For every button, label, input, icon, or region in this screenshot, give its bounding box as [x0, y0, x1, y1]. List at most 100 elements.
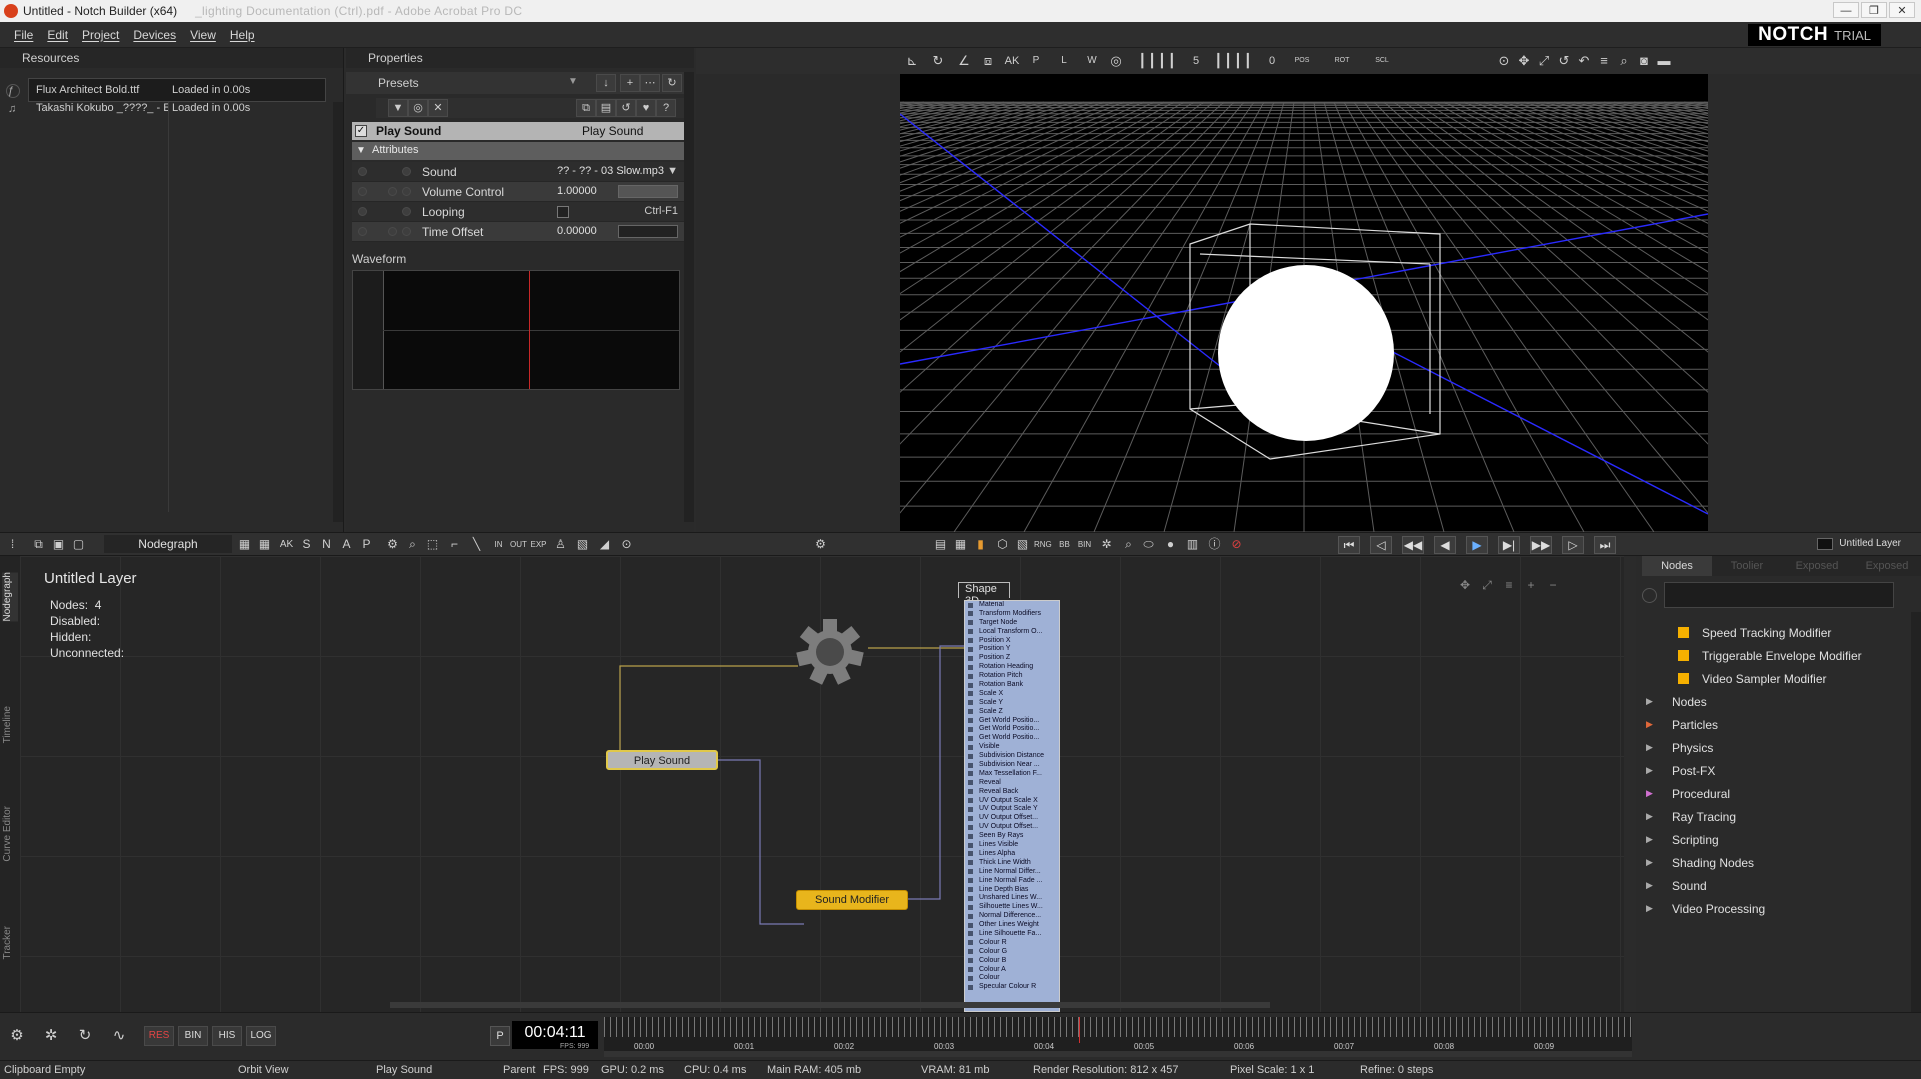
keyframe-dot-icon[interactable]	[402, 167, 411, 176]
library-leaf-item[interactable]: Video Sampler Modifier	[1678, 672, 1827, 686]
play-icon[interactable]: ▶	[1466, 536, 1488, 554]
menu-help[interactable]: Help	[230, 28, 255, 42]
more-icon[interactable]: ⋯	[640, 74, 660, 92]
library-category-video-processing[interactable]: ▶ Video Processing	[1646, 902, 1765, 916]
menu-file[interactable]: File	[14, 28, 33, 42]
shape-parameter[interactable]: UV Output Scale X	[965, 797, 1059, 806]
rotate-icon[interactable]: ↻	[928, 52, 948, 70]
w-button[interactable]: W	[1082, 52, 1102, 70]
shape-parameter[interactable]: Line Depth Bias	[965, 886, 1059, 895]
tab-exposed[interactable]: Exposed	[1782, 556, 1852, 576]
p-button[interactable]: P	[490, 1026, 510, 1046]
expose-dot-icon[interactable]	[358, 227, 367, 236]
sphere-icon[interactable]: ●	[1162, 536, 1179, 553]
library-category-physics[interactable]: ▶ Physics	[1646, 741, 1713, 755]
shape-parameter[interactable]: UV Output Offset...	[965, 814, 1059, 823]
shape-parameter[interactable]: Rotation Heading	[965, 663, 1059, 672]
gear-icon[interactable]: ⚙	[6, 1025, 28, 1047]
nodegraph-horizontal-scrollbar[interactable]	[390, 1002, 1270, 1008]
log-button[interactable]: LOG	[246, 1026, 276, 1046]
snap-zero-button[interactable]: 0	[1262, 52, 1282, 70]
shape-parameter[interactable]: Visible	[965, 743, 1059, 752]
shape-parameter[interactable]: Transform Modifiers	[965, 610, 1059, 619]
panel-grip-icon[interactable]: ⁞	[4, 536, 21, 553]
volume-slider[interactable]	[618, 185, 678, 198]
library-category-particles[interactable]: ▶ Particles	[1646, 718, 1718, 732]
expose-dot-icon[interactable]	[358, 167, 367, 176]
snap-five-button[interactable]: 5	[1186, 52, 1206, 70]
line-icon[interactable]: ╲	[468, 536, 485, 553]
hatch-icon[interactable]: ▧	[574, 536, 591, 553]
minimize-button[interactable]: —	[1833, 2, 1859, 18]
shape-parameter[interactable]: Scale X	[965, 690, 1059, 699]
resource-row[interactable]: ƒ Flux Architect Bold.ttf Loaded in 0.00…	[0, 82, 330, 100]
library-category-shading-nodes[interactable]: ▶ Shading Nodes	[1646, 856, 1754, 870]
prev-key-icon[interactable]: ◁	[1370, 536, 1392, 554]
timeline-playhead[interactable]	[1079, 1017, 1080, 1043]
properties-scrollbar[interactable]	[684, 72, 694, 522]
favourite-icon[interactable]: ♥	[636, 99, 656, 117]
shape-parameter[interactable]: Scale Y	[965, 699, 1059, 708]
tab-timeline[interactable]: Timeline	[2, 706, 18, 743]
bin-button[interactable]: BIN	[178, 1026, 208, 1046]
fit-icon[interactable]: ⤢	[1534, 52, 1554, 70]
shape-parameter[interactable]: Max Tessellation F...	[965, 770, 1059, 779]
shape-parameter[interactable]: Colour R	[965, 939, 1059, 948]
snap-ticks-icon[interactable]: ┃┃┃┃	[1204, 52, 1264, 70]
shape-parameter[interactable]: Target Node	[965, 619, 1059, 628]
shape-parameter[interactable]: Other Lines Weight	[965, 921, 1059, 930]
bb-icon[interactable]: BB	[1056, 536, 1073, 553]
library-category-procedural[interactable]: ▶ Procedural	[1646, 787, 1730, 801]
shape-parameter[interactable]: Colour	[965, 974, 1059, 983]
audio-waveform-icon[interactable]: ∿	[108, 1025, 130, 1047]
shape-parameter[interactable]: Reveal Back	[965, 788, 1059, 797]
menu-devices[interactable]: Devices	[133, 28, 176, 42]
close-button[interactable]: ✕	[1889, 2, 1915, 18]
tool-icon[interactable]: ◢	[596, 536, 613, 553]
nodegraph-canvas[interactable]: Untitled Layer Nodes: 4 Disabled: Hidden…	[20, 556, 1624, 1012]
shape-parameter[interactable]: Get World Positio...	[965, 717, 1059, 726]
bin-icon[interactable]: BIN	[1076, 536, 1093, 553]
tab-curve-editor[interactable]: Curve Editor	[2, 806, 18, 862]
position-lock-button[interactable]: POS	[1284, 52, 1320, 70]
shape-parameter[interactable]: Local Transform O...	[965, 628, 1059, 637]
step-back-icon[interactable]: ◀	[1434, 536, 1456, 554]
in-icon[interactable]: IN	[490, 536, 507, 553]
shape-parameter[interactable]: Line Silhouette Fa...	[965, 930, 1059, 939]
shape-parameter[interactable]: Silhouette Lines W...	[965, 903, 1059, 912]
shape-parameter[interactable]: Scale Z	[965, 708, 1059, 717]
person-icon[interactable]: ♙	[552, 536, 569, 553]
keyframe-dot-icon[interactable]	[402, 207, 411, 216]
node-shape-3d-title[interactable]: Shape 3D	[958, 582, 1010, 607]
s-button[interactable]: S	[298, 536, 315, 553]
shape-parameter[interactable]: Get World Positio...	[965, 734, 1059, 743]
grid-icon-2[interactable]: ▦	[256, 536, 273, 553]
volume-value[interactable]: 1.00000	[557, 185, 597, 197]
refresh-icon[interactable]: ↻	[74, 1025, 96, 1047]
library-leaf-item[interactable]: Speed Tracking Modifier	[1678, 626, 1831, 640]
resources-scrollbar[interactable]	[333, 102, 343, 522]
camera-icon[interactable]: ◙	[1634, 52, 1654, 70]
chevron-down-icon[interactable]: ▼	[667, 165, 678, 177]
library-category-sound[interactable]: ▶ Sound	[1646, 879, 1707, 893]
library-scrollbar[interactable]	[1911, 612, 1921, 1012]
shape-parameter[interactable]: Get World Positio...	[965, 725, 1059, 734]
library-category-ray-tracing[interactable]: ▶ Ray Tracing	[1646, 810, 1736, 824]
shape-parameter[interactable]: Position X	[965, 637, 1059, 646]
grid-icon[interactable]: ▦	[952, 536, 969, 553]
current-layer-label[interactable]: Untitled Layer	[1839, 538, 1901, 549]
zoom-icon[interactable]: ⌕	[1120, 536, 1137, 553]
step-icon[interactable]: ⌐	[446, 536, 463, 553]
expose-dot-icon[interactable]	[358, 207, 367, 216]
shape-parameter[interactable]: Position Y	[965, 645, 1059, 654]
node-play-sound[interactable]: Play Sound	[606, 750, 718, 770]
tab-nodes[interactable]: Nodes	[1642, 556, 1712, 576]
shape-parameter[interactable]: Rotation Bank	[965, 681, 1059, 690]
shape-parameter[interactable]: Lines Alpha	[965, 850, 1059, 859]
help-icon[interactable]: ?	[656, 99, 676, 117]
grid-icon-1[interactable]: ▦	[236, 536, 253, 553]
time-offset-slider[interactable]	[618, 225, 678, 238]
ak-button[interactable]: AK	[278, 536, 295, 553]
sound-file-value[interactable]: ?? - ?? - 03 Slow.mp3	[557, 165, 664, 177]
res-icon[interactable]: ▤	[932, 536, 949, 553]
